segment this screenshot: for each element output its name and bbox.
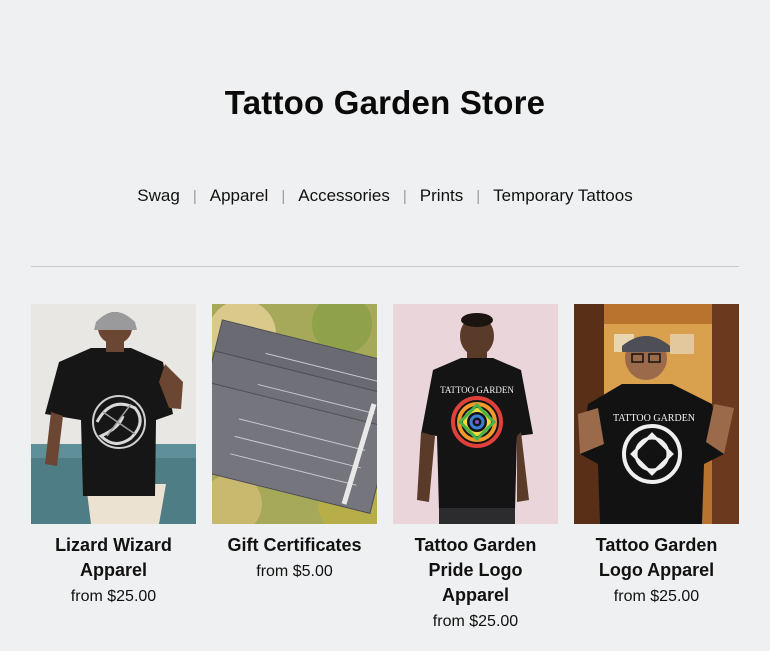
nav-separator: | xyxy=(192,187,197,205)
product-name[interactable]: Tattoo Garden Pride Logo Apparel xyxy=(393,533,558,608)
gift-certificates-image xyxy=(212,304,377,524)
product-price: from $5.00 xyxy=(256,563,333,580)
product-card-pride-logo-apparel[interactable]: TATTOO GARDEN Tattoo Garden Pride Logo A… xyxy=(393,304,558,631)
product-name[interactable]: Lizard Wizard Apparel xyxy=(31,533,196,583)
nav-separator: | xyxy=(476,187,481,205)
product-image[interactable]: TATTOO GARDEN xyxy=(393,304,558,524)
product-name[interactable]: Tattoo Garden Logo Apparel xyxy=(574,533,739,583)
product-price: from $25.00 xyxy=(70,588,157,605)
product-price: from $25.00 xyxy=(432,613,519,630)
nav-swag[interactable]: Swag xyxy=(137,186,180,206)
product-card-logo-apparel[interactable]: TATTOO GARDEN Tattoo Garden Logo Apparel… xyxy=(574,304,739,631)
product-grid: Lizard Wizard Apparel from $25.00 Gift C… xyxy=(31,304,739,631)
nav-temporary-tattoos[interactable]: Temporary Tattoos xyxy=(493,186,633,206)
product-card-gift-certificates[interactable]: Gift Certificates from $5.00 xyxy=(212,304,377,631)
nav-apparel[interactable]: Apparel xyxy=(210,186,269,206)
header-divider xyxy=(31,266,739,267)
nav-accessories[interactable]: Accessories xyxy=(298,186,390,206)
shirt-text: TATTOO GARDEN xyxy=(613,413,695,424)
model-tshirt-image xyxy=(31,304,196,524)
product-card-lizard-wizard[interactable]: Lizard Wizard Apparel from $25.00 xyxy=(31,304,196,631)
product-image[interactable] xyxy=(212,304,377,524)
shirt-text: TATTOO GARDEN xyxy=(440,385,514,395)
nav-prints[interactable]: Prints xyxy=(420,186,463,206)
nav-separator: | xyxy=(402,187,407,205)
store-title: Tattoo Garden Store xyxy=(224,84,546,121)
product-image[interactable]: TATTOO GARDEN xyxy=(574,304,739,524)
category-nav: Swag | Apparel | Accessories | Prints | … xyxy=(0,186,770,206)
model-pride-tshirt-image: TATTOO GARDEN xyxy=(393,304,558,524)
product-price: from $25.00 xyxy=(613,588,700,605)
nav-separator: | xyxy=(281,187,286,205)
product-name[interactable]: Gift Certificates xyxy=(212,533,377,558)
product-image[interactable] xyxy=(31,304,196,524)
model-logo-tshirt-image: TATTOO GARDEN xyxy=(574,304,739,524)
